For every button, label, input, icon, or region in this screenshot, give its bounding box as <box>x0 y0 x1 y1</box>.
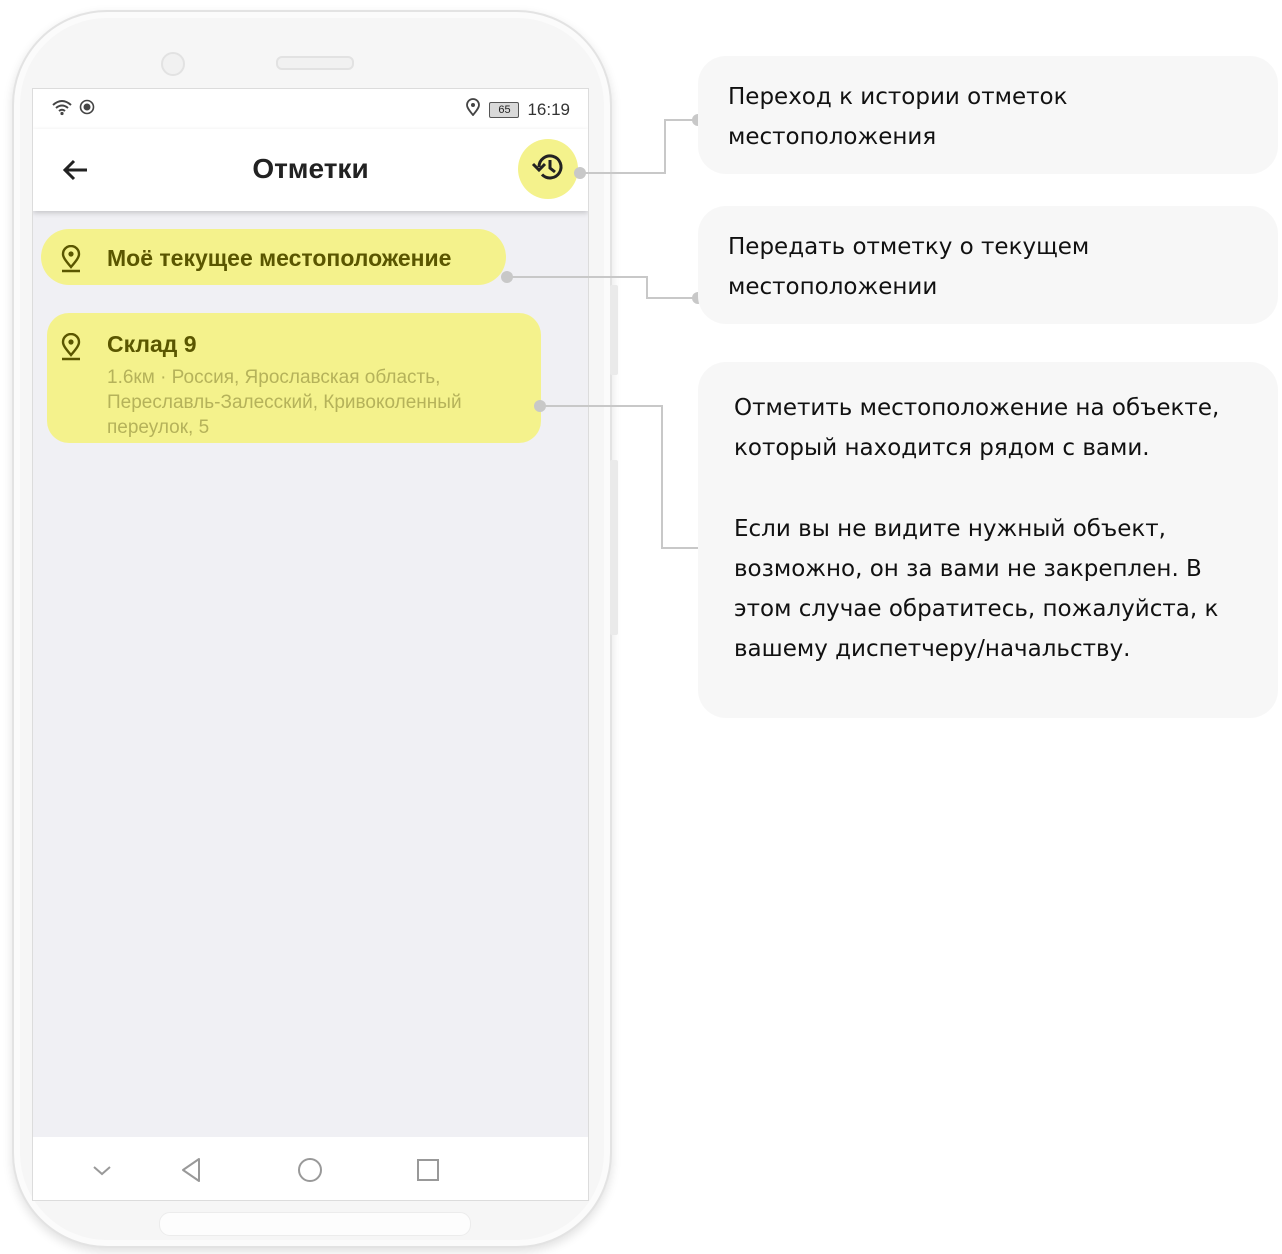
callout-object: Отметить местоположение на объекте, кото… <box>698 362 1278 718</box>
callout-history: Переход к истории отметок местоположения <box>698 56 1278 174</box>
callout-object-text-2: Если вы не видите нужный объект, возможн… <box>734 516 1219 662</box>
callout-object-text-1: Отметить местоположение на объекте, кото… <box>734 395 1220 461</box>
callout-current-text: Передать отметку о текущем местоположени… <box>728 234 1090 300</box>
callout-current-location: Передать отметку о текущем местоположени… <box>698 206 1278 324</box>
callout-history-text: Переход к истории отметок местоположения <box>728 84 1068 150</box>
